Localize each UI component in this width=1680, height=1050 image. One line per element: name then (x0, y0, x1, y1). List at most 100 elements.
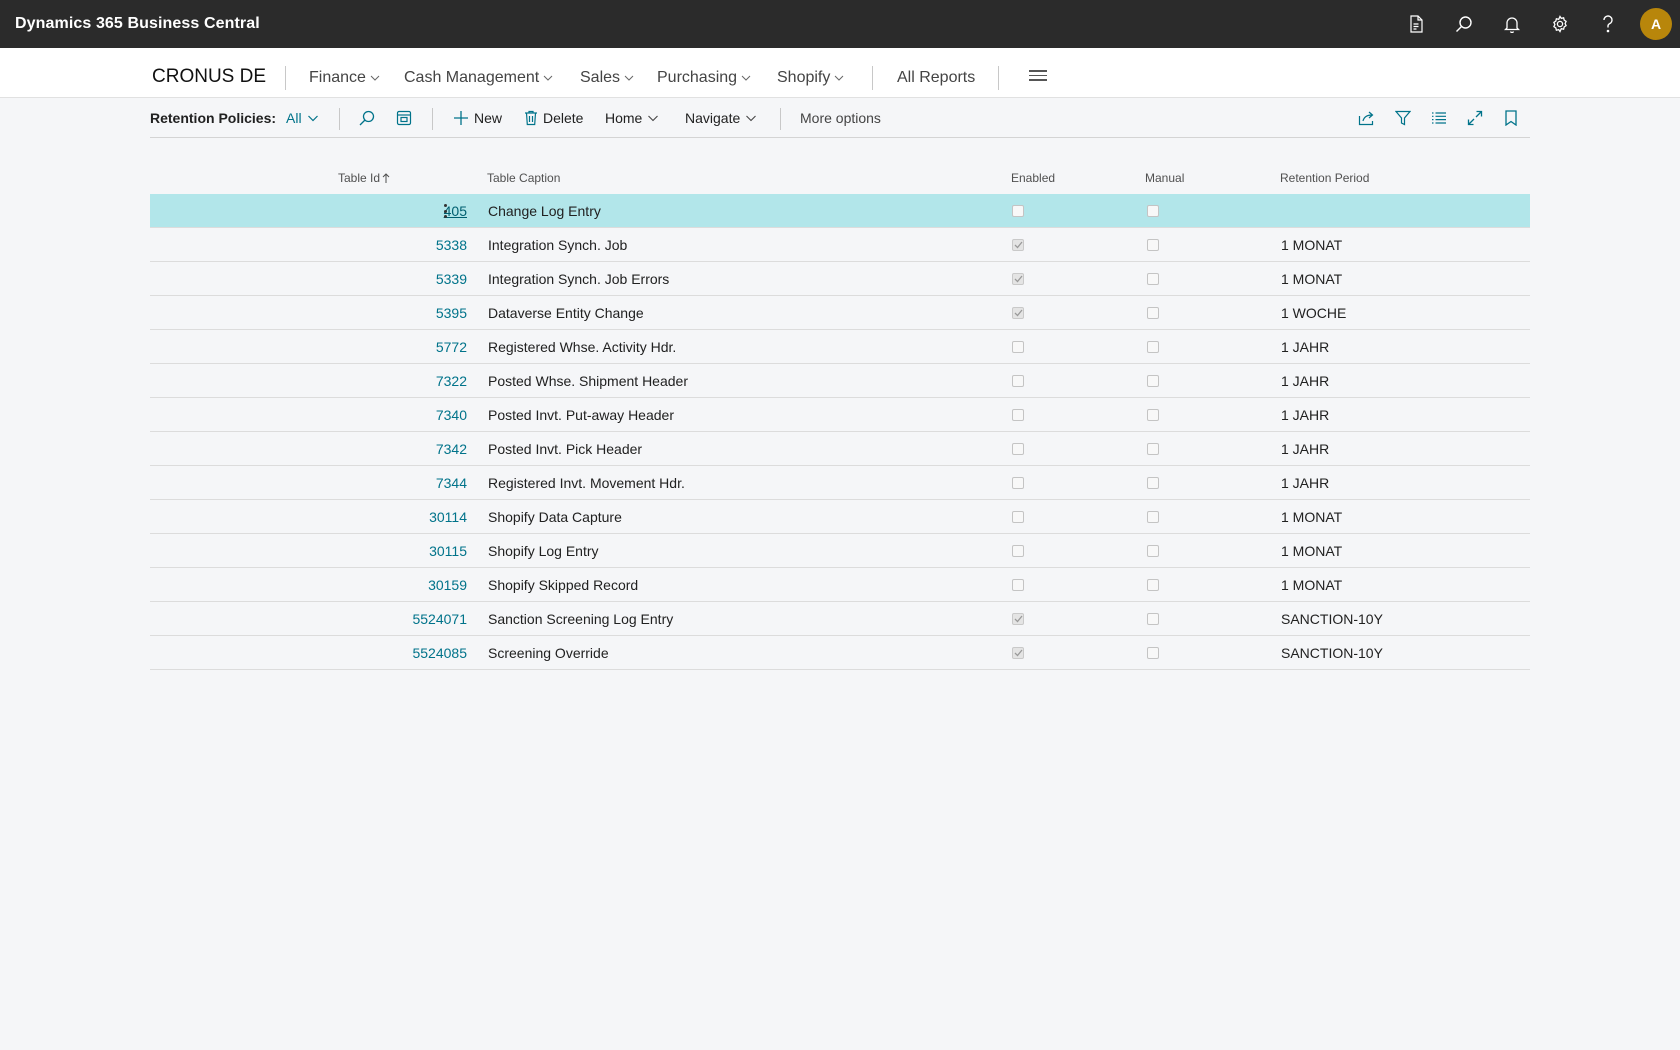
table-body: 405 Change Log Entry 5338 Integration Synch… (150, 194, 1530, 670)
table-caption-cell: Dataverse Entity Change (488, 305, 644, 321)
enabled-checkbox[interactable] (1012, 205, 1024, 217)
nav-cash-management[interactable]: Cash Management (404, 69, 554, 87)
manual-checkbox[interactable] (1147, 647, 1159, 659)
column-header-manual[interactable]: Manual (1145, 171, 1184, 185)
manual-checkbox[interactable] (1147, 307, 1159, 319)
table-id-link[interactable]: 7344 (436, 475, 467, 491)
expand-icon[interactable] (1465, 108, 1485, 128)
table-row[interactable]: 5395 Dataverse Entity Change 1 WOCHE (150, 296, 1530, 330)
nav-all-reports[interactable]: All Reports (897, 69, 975, 87)
table-row[interactable]: 5524071 Sanction Screening Log Entry SANCT… (150, 602, 1530, 636)
app-bar-icons: A (1392, 0, 1680, 48)
gear-icon[interactable] (1536, 0, 1584, 48)
manual-checkbox[interactable] (1147, 579, 1159, 591)
manual-checkbox[interactable] (1147, 443, 1159, 455)
table-id-link[interactable]: 5524071 (412, 611, 467, 627)
trash-icon (525, 110, 537, 126)
table-id-link[interactable]: 5772 (436, 339, 467, 355)
enabled-checkbox[interactable] (1012, 613, 1024, 625)
table-id-link[interactable]: 7342 (436, 441, 467, 457)
enabled-checkbox[interactable] (1012, 511, 1024, 523)
enabled-checkbox[interactable] (1012, 341, 1024, 353)
table-id-link[interactable]: 30115 (429, 543, 467, 559)
nav-divider (998, 66, 999, 90)
chevron-down-icon (835, 75, 844, 81)
filter-icon[interactable] (1393, 108, 1413, 128)
document-icon[interactable] (1392, 0, 1440, 48)
row-actions-icon[interactable] (440, 202, 450, 220)
search-icon[interactable] (357, 108, 377, 128)
nav-purchasing[interactable]: Purchasing (657, 69, 752, 87)
edit-list-icon[interactable] (394, 108, 414, 128)
enabled-checkbox[interactable] (1012, 647, 1024, 659)
table-id-link[interactable]: 7340 (436, 407, 467, 423)
table-row[interactable]: 30115 Shopify Log Entry 1 MONAT (150, 534, 1530, 568)
search-icon[interactable] (1440, 0, 1488, 48)
notification-bell-icon[interactable] (1488, 0, 1536, 48)
chevron-down-icon (648, 115, 659, 122)
table-row[interactable]: 5339 Integration Synch. Job Errors 1 MONAT (150, 262, 1530, 296)
enabled-checkbox[interactable] (1012, 443, 1024, 455)
bookmark-icon[interactable] (1501, 108, 1521, 128)
manual-checkbox[interactable] (1147, 613, 1159, 625)
table-id-link[interactable]: 5395 (436, 305, 467, 321)
nav-sales[interactable]: Sales (580, 69, 635, 87)
manual-checkbox[interactable] (1147, 205, 1159, 217)
manual-checkbox[interactable] (1147, 375, 1159, 387)
home-menu[interactable]: Home (605, 110, 659, 126)
table-row[interactable]: 5338 Integration Synch. Job 1 MONAT (150, 228, 1530, 262)
navigate-menu[interactable]: Navigate (685, 110, 757, 126)
enabled-checkbox[interactable] (1012, 545, 1024, 557)
more-options-button[interactable]: More options (800, 110, 881, 126)
share-icon[interactable] (1357, 108, 1377, 128)
table-id-link[interactable]: 5339 (436, 271, 467, 287)
retention-period-cell: 1 JAHR (1281, 407, 1330, 423)
column-header-table-id[interactable]: Table Id (338, 171, 390, 185)
table-row[interactable]: 7342 Posted Invt. Pick Header 1 JAHR (150, 432, 1530, 466)
delete-button[interactable]: Delete (524, 110, 583, 126)
table-row[interactable]: 5772 Registered Whse. Activity Hdr. 1 JAHR (150, 330, 1530, 364)
table-row[interactable]: 5524085 Screening Override SANCTION-10Y (150, 636, 1530, 670)
table-caption-cell: Integration Synch. Job Errors (488, 271, 670, 287)
manual-checkbox[interactable] (1147, 341, 1159, 353)
table-id-link[interactable]: 7322 (436, 373, 467, 389)
chevron-down-icon (543, 75, 553, 81)
table-row[interactable]: 7322 Posted Whse. Shipment Header 1 JAHR (150, 364, 1530, 398)
nav-divider (285, 66, 286, 90)
new-button[interactable]: New (453, 110, 502, 126)
table-row[interactable]: 30159 Shopify Skipped Record 1 MONAT (150, 568, 1530, 602)
manual-checkbox[interactable] (1147, 239, 1159, 251)
enabled-checkbox[interactable] (1012, 239, 1024, 251)
enabled-checkbox[interactable] (1012, 409, 1024, 421)
hamburger-menu-icon[interactable] (1029, 70, 1047, 84)
column-header-retention-period[interactable]: Retention Period (1280, 171, 1369, 185)
table-row[interactable]: 30114 Shopify Data Capture 1 MONAT (150, 500, 1530, 534)
column-header-table-caption[interactable]: Table Caption (487, 171, 560, 185)
column-header-enabled[interactable]: Enabled (1011, 171, 1055, 185)
nav-shopify[interactable]: Shopify (777, 69, 845, 87)
view-filter-dropdown[interactable]: All (286, 110, 319, 126)
enabled-checkbox[interactable] (1012, 375, 1024, 387)
manual-checkbox[interactable] (1147, 273, 1159, 285)
table-id-link[interactable]: 30159 (428, 577, 467, 593)
manual-checkbox[interactable] (1147, 511, 1159, 523)
enabled-checkbox[interactable] (1012, 273, 1024, 285)
manual-checkbox[interactable] (1147, 477, 1159, 489)
table-id-link[interactable]: 30114 (429, 509, 467, 525)
enabled-checkbox[interactable] (1012, 579, 1024, 591)
enabled-checkbox[interactable] (1012, 477, 1024, 489)
list-view-icon[interactable] (1429, 108, 1449, 128)
help-icon[interactable] (1584, 0, 1632, 48)
table-id-link[interactable]: 5524085 (412, 645, 467, 661)
company-name[interactable]: CRONUS DE (152, 66, 266, 88)
enabled-checkbox[interactable] (1012, 307, 1024, 319)
table-row[interactable]: 7340 Posted Invt. Put-away Header 1 JAHR (150, 398, 1530, 432)
table-row[interactable]: 405 Change Log Entry (150, 194, 1530, 228)
manual-checkbox[interactable] (1147, 409, 1159, 421)
app-title[interactable]: Dynamics 365 Business Central (15, 15, 260, 33)
table-row[interactable]: 7344 Registered Invt. Movement Hdr. 1 JAHR (150, 466, 1530, 500)
manual-checkbox[interactable] (1147, 545, 1159, 557)
table-id-link[interactable]: 5338 (436, 237, 467, 253)
nav-finance[interactable]: Finance (309, 69, 381, 87)
user-avatar[interactable]: A (1640, 8, 1672, 40)
